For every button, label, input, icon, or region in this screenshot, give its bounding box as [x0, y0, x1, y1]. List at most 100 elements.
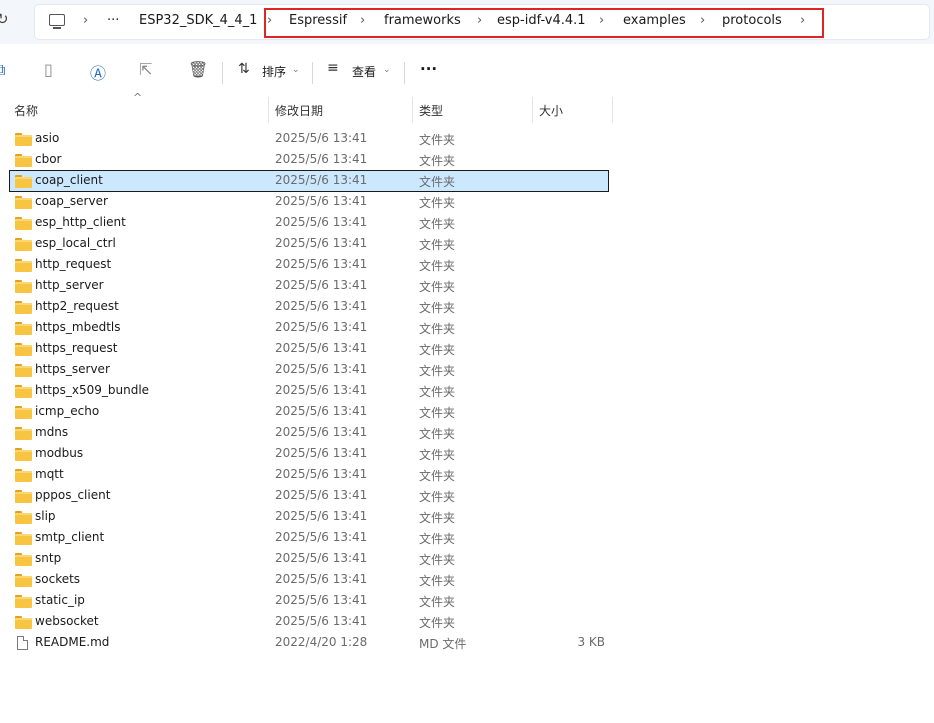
folder-icon — [15, 469, 32, 482]
file-icon — [17, 636, 28, 650]
toolbar-divider — [404, 62, 405, 84]
file-name: icmp_echo — [35, 404, 100, 418]
copy-icon[interactable]: ⧉ — [0, 60, 5, 80]
file-type: 文件夹 — [419, 511, 456, 525]
folder-icon — [15, 511, 32, 524]
file-name: cbor — [35, 152, 62, 166]
file-date: 2025/5/6 13:41 — [275, 572, 368, 586]
toolbar-divider — [222, 62, 223, 84]
file-name: coap_server — [35, 194, 108, 208]
file-type: 文件夹 — [419, 322, 456, 336]
file-row[interactable]: https_x509_bundle 2025/5/6 13:41 文件夹 — [10, 381, 608, 401]
view-button[interactable]: 查看 — [352, 63, 376, 80]
file-row[interactable]: pppos_client 2025/5/6 13:41 文件夹 — [10, 486, 608, 506]
breadcrumb-root[interactable]: ESP32_SDK_4_4_1 — [139, 13, 257, 28]
file-name: pppos_client — [35, 488, 111, 502]
file-row[interactable]: README.md 2022/4/20 1:28 MD 文件 3 KB — [10, 633, 608, 653]
column-divider[interactable] — [612, 97, 613, 123]
folder-icon — [15, 175, 32, 188]
chevron-down-icon[interactable]: ⌄ — [383, 65, 391, 75]
column-divider[interactable] — [532, 97, 533, 123]
file-row[interactable]: static_ip 2025/5/6 13:41 文件夹 — [10, 591, 608, 611]
file-row[interactable]: websocket 2025/5/6 13:41 文件夹 — [10, 612, 608, 632]
file-name: modbus — [35, 446, 84, 460]
file-row[interactable]: smtp_client 2025/5/6 13:41 文件夹 — [10, 528, 608, 548]
file-row[interactable]: http_server 2025/5/6 13:41 文件夹 — [10, 276, 608, 296]
folder-icon — [15, 574, 32, 587]
file-date: 2025/5/6 13:41 — [275, 467, 368, 481]
file-row[interactable]: mqtt 2025/5/6 13:41 文件夹 — [10, 465, 608, 485]
file-type: MD 文件 — [419, 637, 467, 651]
column-divider[interactable] — [412, 97, 413, 123]
file-row[interactable]: slip 2025/5/6 13:41 文件夹 — [10, 507, 608, 527]
file-type: 文件夹 — [419, 259, 456, 273]
file-row[interactable]: http_request 2025/5/6 13:41 文件夹 — [10, 255, 608, 275]
paste-icon[interactable]: ▯ — [44, 60, 53, 79]
file-date: 2025/5/6 13:41 — [275, 551, 368, 565]
file-name: mqtt — [35, 467, 64, 481]
folder-icon — [15, 532, 32, 545]
file-row[interactable]: https_request 2025/5/6 13:41 文件夹 — [10, 339, 608, 359]
file-row[interactable]: modbus 2025/5/6 13:41 文件夹 — [10, 444, 608, 464]
file-type: 文件夹 — [419, 301, 456, 315]
column-header-type[interactable]: 类型 — [419, 102, 443, 119]
file-name: asio — [35, 131, 60, 145]
file-date: 2025/5/6 13:41 — [275, 341, 368, 355]
column-divider[interactable] — [268, 97, 269, 123]
file-type: 文件夹 — [419, 595, 456, 609]
sort-button[interactable]: 排序 — [262, 63, 286, 80]
file-date: 2025/5/6 13:41 — [275, 299, 368, 313]
delete-icon[interactable]: 🗑 — [188, 60, 208, 79]
rename-icon[interactable]: Ⓐ — [90, 60, 106, 84]
file-type: 文件夹 — [419, 217, 456, 231]
file-date: 2025/5/6 13:41 — [275, 383, 368, 397]
column-header-size[interactable]: 大小 — [539, 102, 563, 119]
folder-icon — [15, 301, 32, 314]
file-row[interactable]: https_mbedtls 2025/5/6 13:41 文件夹 — [10, 318, 608, 338]
view-icon[interactable]: ≡ — [327, 60, 339, 76]
file-row[interactable]: coap_client 2025/5/6 13:41 文件夹 — [9, 170, 609, 192]
share-icon[interactable]: ⇱ — [139, 60, 152, 79]
file-row[interactable]: asio 2025/5/6 13:41 文件夹 — [10, 129, 608, 149]
file-date: 2025/5/6 13:41 — [275, 194, 368, 208]
file-row[interactable]: sntp 2025/5/6 13:41 文件夹 — [10, 549, 608, 569]
file-name: esp_local_ctrl — [35, 236, 116, 250]
refresh-icon[interactable]: ↻ — [0, 10, 9, 28]
file-row[interactable]: icmp_echo 2025/5/6 13:41 文件夹 — [10, 402, 608, 422]
file-date: 2025/5/6 13:41 — [275, 593, 368, 607]
this-pc-icon[interactable] — [49, 14, 65, 29]
file-name: http_request — [35, 257, 112, 271]
folder-icon — [15, 343, 32, 356]
breadcrumb-overflow[interactable]: ··· — [107, 13, 119, 28]
file-row[interactable]: esp_local_ctrl 2025/5/6 13:41 文件夹 — [10, 234, 608, 254]
column-header-name[interactable]: 名称 — [14, 102, 38, 119]
file-type: 文件夹 — [419, 154, 456, 168]
file-type: 文件夹 — [419, 196, 456, 210]
file-type: 文件夹 — [419, 175, 456, 189]
file-type: 文件夹 — [419, 490, 456, 504]
file-type: 文件夹 — [419, 469, 456, 483]
chevron-right-icon[interactable]: › — [83, 13, 88, 28]
file-type: 文件夹 — [419, 532, 456, 546]
file-type: 文件夹 — [419, 280, 456, 294]
file-type: 文件夹 — [419, 343, 456, 357]
file-name: sockets — [35, 572, 81, 586]
column-header-row: ^ 名称 修改日期 类型 大小 — [0, 91, 934, 123]
sort-icon[interactable]: ⇅ — [238, 61, 250, 77]
command-bar: ⧉ ▯ Ⓐ ⇱ 🗑 ⇅ 排序 ⌄ ≡ 查看 ⌄ ··· — [0, 52, 934, 90]
file-name: http_server — [35, 278, 104, 292]
folder-icon — [15, 259, 32, 272]
file-row[interactable]: https_server 2025/5/6 13:41 文件夹 — [10, 360, 608, 380]
file-row[interactable]: coap_server 2025/5/6 13:41 文件夹 — [10, 192, 608, 212]
chevron-down-icon[interactable]: ⌄ — [292, 65, 300, 75]
file-row[interactable]: sockets 2025/5/6 13:41 文件夹 — [10, 570, 608, 590]
column-header-date[interactable]: 修改日期 — [275, 102, 323, 119]
file-name: https_mbedtls — [35, 320, 121, 334]
file-row[interactable]: mdns 2025/5/6 13:41 文件夹 — [10, 423, 608, 443]
file-date: 2025/5/6 13:41 — [275, 152, 368, 166]
file-row[interactable]: http2_request 2025/5/6 13:41 文件夹 — [10, 297, 608, 317]
more-options-button[interactable]: ··· — [420, 60, 437, 78]
file-date: 2025/5/6 13:41 — [275, 278, 368, 292]
file-row[interactable]: esp_http_client 2025/5/6 13:41 文件夹 — [10, 213, 608, 233]
file-row[interactable]: cbor 2025/5/6 13:41 文件夹 — [10, 150, 608, 170]
